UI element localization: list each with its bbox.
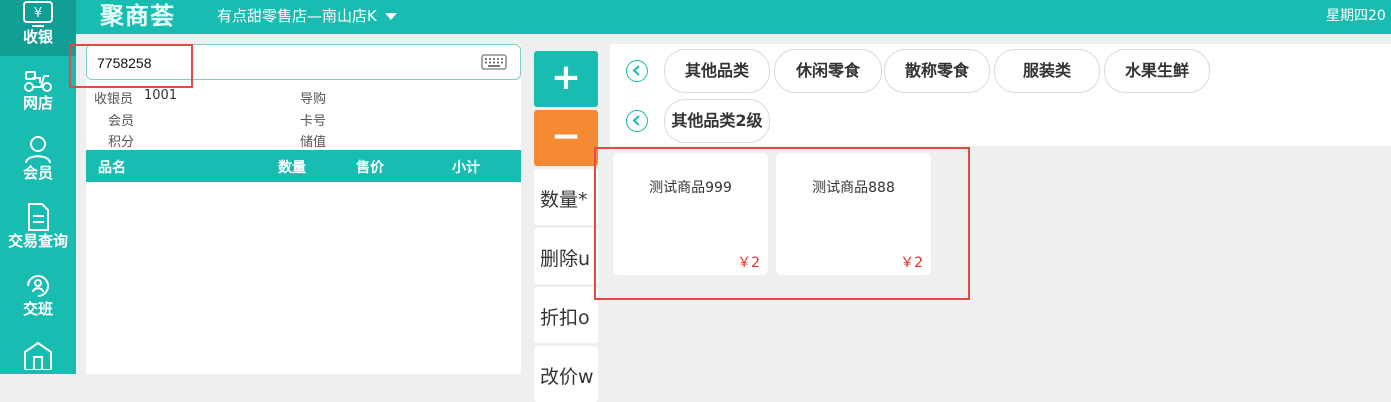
column-header-price: 售价 (356, 160, 384, 176)
shift-handover-icon (27, 275, 49, 297)
points-label: 积分 (108, 135, 135, 150)
discount-button-label: 折扣o (540, 307, 590, 329)
user-icon (25, 136, 51, 164)
increase-button[interactable]: + (534, 51, 598, 107)
change-price-button[interactable]: 改价w (534, 346, 598, 402)
plus-icon: + (550, 57, 582, 98)
cash-register-icon: ¥ (23, 1, 53, 27)
chevron-left-icon (632, 65, 640, 76)
nav-item-transactions[interactable]: 交易查询 (0, 202, 76, 250)
category-tab[interactable]: 水果生鲜 (1104, 49, 1210, 93)
nav-item-cashier[interactable]: ¥ 收银 (0, 0, 76, 56)
nav-item-member[interactable]: 会员 (0, 134, 76, 182)
cashier-label: 收银员 (94, 92, 134, 107)
category-tab[interactable]: 休闲零食 (774, 49, 882, 93)
member-label: 会员 (108, 114, 135, 129)
nav-item-online-store[interactable]: 网店 (0, 66, 76, 112)
guide-label: 导购 (300, 92, 327, 107)
barcode-search (86, 44, 521, 80)
nav-label-member: 会员 (22, 164, 53, 182)
nav-item-store[interactable] (0, 340, 76, 370)
product-name: 测试商品999 (649, 180, 732, 196)
left-nav: ¥ 收银 网店 会员 交易查询 交班 (0, 0, 76, 374)
top-bar: 聚商荟 有点甜零售店—南山店K 星期四20 (76, 0, 1391, 34)
delete-button[interactable]: 删除u (534, 228, 598, 284)
category-prev-button[interactable] (626, 60, 648, 82)
nav-item-shift[interactable]: 交班 (0, 272, 76, 318)
category-tab[interactable]: 其他品类 (664, 49, 770, 93)
minus-icon: − (550, 116, 582, 157)
column-header-name: 品名 (98, 160, 126, 176)
subcategory-tab[interactable]: 其他品类2级 (664, 99, 770, 143)
nav-label-transactions: 交易查询 (7, 232, 68, 250)
order-panel: 收银员 1001 导购 会员 卡号 积分 储值 品名 数量 售价 小计 (86, 44, 521, 374)
card-number-label: 卡号 (300, 114, 327, 129)
column-header-subtotal: 小计 (452, 160, 480, 176)
store-icon (24, 341, 52, 370)
keyboard-icon[interactable] (481, 54, 507, 70)
store-name: 有点甜零售店—南山店K (217, 7, 377, 25)
nav-label-shift: 交班 (22, 300, 53, 318)
date-display: 星期四20 (1326, 8, 1386, 24)
column-header-qty: 数量 (278, 160, 306, 176)
change-price-button-label: 改价w (540, 366, 594, 388)
category-tab[interactable]: 散称零食 (884, 49, 990, 93)
nav-label-online-store: 网店 (22, 94, 53, 112)
product-price: ￥2 (900, 255, 923, 271)
document-icon (28, 203, 49, 231)
product-card[interactable]: 测试商品999 ￥2 (613, 153, 768, 275)
chevron-left-icon (632, 115, 640, 126)
quantity-button-label: 数量* (540, 189, 588, 211)
nav-label-cashier: 收银 (22, 28, 53, 46)
cashier-value: 1001 (144, 88, 178, 103)
barcode-input[interactable] (95, 51, 459, 75)
delete-button-label: 删除u (540, 248, 591, 270)
decrease-button[interactable]: − (534, 110, 598, 166)
store-selector[interactable]: 有点甜零售店—南山店K (217, 5, 397, 26)
product-card[interactable]: 测试商品888 ￥2 (776, 153, 931, 275)
scooter-icon (24, 71, 52, 92)
discount-button[interactable]: 折扣o (534, 287, 598, 343)
category-area: 其他品类 休闲零食 散称零食 服装类 水果生鲜 其他品类2级 (610, 44, 1391, 146)
category-tab[interactable]: 服装类 (994, 49, 1100, 93)
subcategory-prev-button[interactable] (626, 110, 648, 132)
order-table-header: 品名 数量 售价 小计 (86, 150, 521, 182)
app-logo: 聚商荟 (100, 2, 175, 30)
product-name: 测试商品888 (812, 180, 895, 196)
cash-symbol: ¥ (34, 6, 42, 21)
chevron-down-icon (384, 13, 397, 20)
stored-value-label: 储值 (300, 135, 327, 150)
product-price: ￥2 (737, 255, 760, 271)
quantity-button[interactable]: 数量* (534, 169, 598, 225)
